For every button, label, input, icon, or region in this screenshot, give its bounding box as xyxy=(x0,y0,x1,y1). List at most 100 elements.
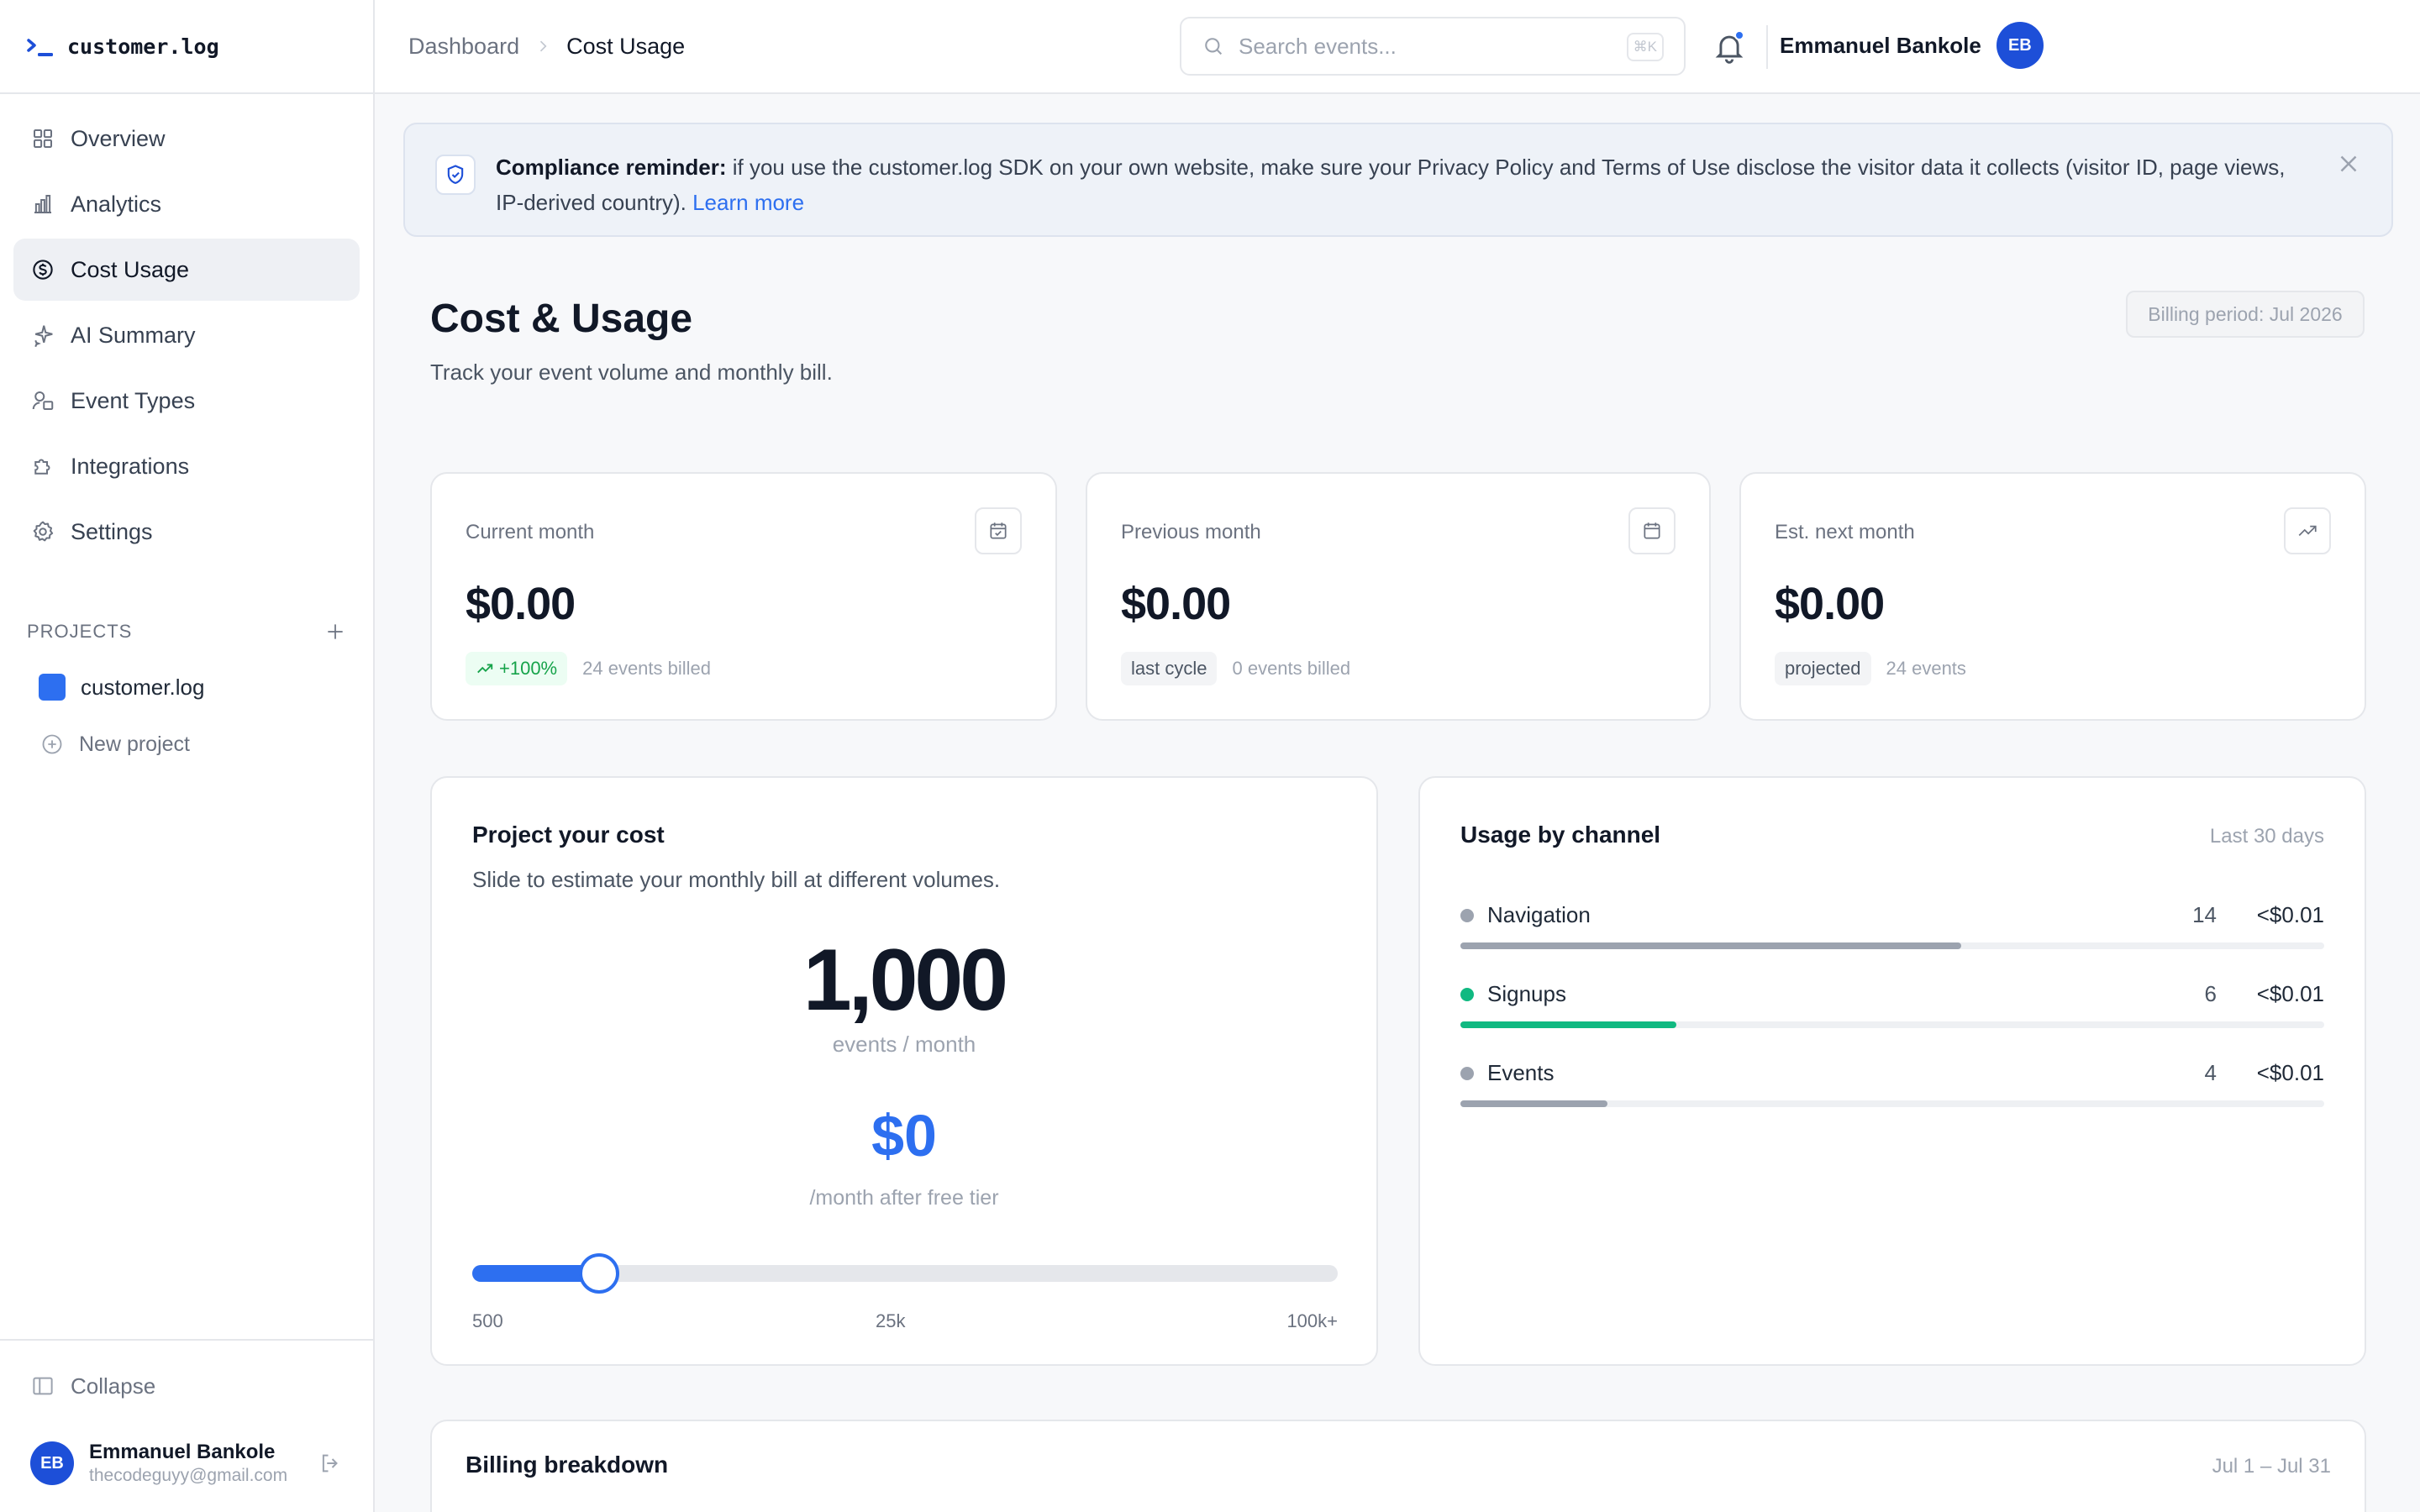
logout-icon[interactable] xyxy=(318,1451,343,1476)
projects-heading: PROJECTS xyxy=(0,617,373,647)
notifications-button[interactable] xyxy=(1711,29,1748,66)
channel-row: Navigation 14 <$0.01 xyxy=(1460,897,2324,958)
learn-more-link[interactable]: Learn more xyxy=(692,190,804,215)
stat-value: $0.00 xyxy=(1775,579,1885,629)
project-item[interactable]: customer.log xyxy=(0,659,373,716)
billing-breakdown-card: Billing breakdown Jul 1 – Jul 31 xyxy=(430,1420,2366,1512)
logo[interactable]: customer.log xyxy=(0,0,373,94)
plus-circle-icon xyxy=(42,734,62,754)
compliance-banner: Compliance reminder: if you use the cust… xyxy=(403,123,2393,237)
channel-row: Events 4 <$0.01 xyxy=(1460,1055,2324,1116)
channel-dot xyxy=(1460,909,1474,922)
billing-period-badge: Billing period: Jul 2026 xyxy=(2126,291,2365,338)
slider-label-mid: 25k xyxy=(876,1310,906,1331)
stat-footer: last cycle 0 events billed xyxy=(1121,652,1350,685)
stat-footer: +100% 24 events billed xyxy=(466,652,711,685)
slider-label-min: 500 xyxy=(472,1310,503,1331)
sidebar-item-cost-usage[interactable]: Cost Usage xyxy=(13,239,360,301)
sidebar-item-label: Settings xyxy=(71,518,153,544)
slider-thumb[interactable] xyxy=(579,1253,620,1294)
projects-heading-label: PROJECTS xyxy=(27,621,133,642)
stat-card-next-month: Est. next month $0.00 projected 24 event… xyxy=(1739,472,2366,721)
search-shortcut: ⌘K xyxy=(1626,33,1664,61)
close-icon[interactable] xyxy=(2334,150,2363,178)
collapse-label: Collapse xyxy=(71,1373,156,1399)
change-badge: +100% xyxy=(466,652,568,685)
card-title: Usage by channel xyxy=(1460,822,1661,848)
projected-badge: projected xyxy=(1775,652,1871,685)
sidebar-item-settings[interactable]: Settings xyxy=(13,501,360,563)
shapes-icon xyxy=(32,391,54,410)
grid-icon xyxy=(34,129,52,148)
new-project-button[interactable]: New project xyxy=(0,716,373,773)
header-user[interactable]: Emmanuel Bankole EB xyxy=(1780,22,2044,69)
trend-up-icon xyxy=(2284,507,2331,554)
calendar-check-icon xyxy=(975,507,1022,554)
project-color-swatch xyxy=(39,674,66,701)
plus-icon[interactable] xyxy=(324,621,346,643)
sidebar-footer: Collapse EB Emmanuel Bankole thecodeguyy… xyxy=(0,1339,373,1512)
sidebar-item-label: Analytics xyxy=(71,191,162,217)
divider xyxy=(1766,25,1768,69)
stat-footnote: 0 events billed xyxy=(1232,658,1351,679)
stat-label: Current month xyxy=(466,521,595,543)
channel-row: Signups 6 <$0.01 xyxy=(1460,976,2324,1037)
stat-card-previous-month: Previous month $0.00 last cycle 0 events… xyxy=(1086,472,1711,721)
sidebar-toggle-icon xyxy=(33,1377,53,1395)
sidebar-item-label: Event Types xyxy=(71,387,196,413)
sidebar-item-overview[interactable]: Overview xyxy=(13,108,360,170)
project-name: customer.log xyxy=(81,674,205,700)
sidebar-user: EB Emmanuel Bankole thecodeguyy@gmail.co… xyxy=(0,1431,373,1495)
slider-label-max: 100k+ xyxy=(1286,1310,1338,1331)
stat-value: $0.00 xyxy=(1121,579,1231,629)
search-input[interactable] xyxy=(1239,33,1608,60)
sidebar-item-event-types[interactable]: Event Types xyxy=(13,370,360,432)
events-value: 1,000 xyxy=(802,932,1008,1029)
channel-count: 14 xyxy=(2192,902,2217,927)
bar-chart-icon xyxy=(34,195,51,213)
collapse-button[interactable]: Collapse xyxy=(0,1341,373,1431)
page-title: Cost & Usage xyxy=(430,297,693,341)
events-unit: events / month xyxy=(832,1032,976,1057)
sidebar-nav: Overview Analytics Cost Usage AI Summary… xyxy=(0,94,373,563)
change-badge-label: +100% xyxy=(499,658,558,679)
breadcrumb-dashboard[interactable]: Dashboard xyxy=(408,34,519,60)
channel-name: Navigation xyxy=(1487,902,1591,927)
channel-cost: <$0.01 xyxy=(2256,1060,2324,1085)
avatar[interactable]: EB xyxy=(30,1441,74,1485)
stat-footnote: 24 events billed xyxy=(582,658,712,679)
channel-bar-track xyxy=(1460,942,2324,949)
sidebar-item-label: AI Summary xyxy=(71,322,196,348)
sidebar-item-analytics[interactable]: Analytics xyxy=(13,173,360,235)
calendar-icon xyxy=(1628,507,1676,554)
breadcrumb-current: Cost Usage xyxy=(566,33,686,59)
channel-dot xyxy=(1460,988,1474,1001)
page-subtitle: Track your event volume and monthly bill… xyxy=(430,360,833,385)
channel-cost: <$0.01 xyxy=(2256,902,2324,927)
banner-message: Compliance reminder: if you use the cust… xyxy=(496,150,2299,220)
stat-label: Previous month xyxy=(1121,521,1261,543)
stat-footnote: 24 events xyxy=(1886,658,1966,679)
logo-text: customer.log xyxy=(67,34,219,59)
breadcrumb: Dashboard Cost Usage xyxy=(408,34,685,60)
channel-bar-track xyxy=(1460,1021,2324,1028)
stat-footer: projected 24 events xyxy=(1775,652,1966,685)
channel-count: 6 xyxy=(2204,981,2217,1006)
projected-price: $0 xyxy=(871,1103,937,1168)
sidebar-item-integrations[interactable]: Integrations xyxy=(13,435,360,497)
card-subtitle: Slide to estimate your monthly bill at d… xyxy=(472,867,1001,892)
sidebar-item-label: Overview xyxy=(71,125,166,151)
usage-by-channel-card: Usage by channel Last 30 days Navigation… xyxy=(1418,776,2366,1366)
avatar[interactable]: EB xyxy=(1996,22,2044,69)
sidebar-item-ai-summary[interactable]: AI Summary xyxy=(13,304,360,366)
channel-bar xyxy=(1460,942,1962,949)
channel-count: 4 xyxy=(2204,1060,2217,1085)
channel-period: Last 30 days xyxy=(2209,825,2324,848)
sidebar-item-label: Integrations xyxy=(71,453,190,479)
volume-slider[interactable] xyxy=(472,1253,1338,1294)
search-box[interactable]: ⌘K xyxy=(1180,17,1686,76)
header-user-name: Emmanuel Bankole xyxy=(1780,32,1981,58)
gear-icon xyxy=(33,521,54,542)
channel-bar-track xyxy=(1460,1100,2324,1107)
card-title: Billing breakdown xyxy=(466,1452,669,1478)
